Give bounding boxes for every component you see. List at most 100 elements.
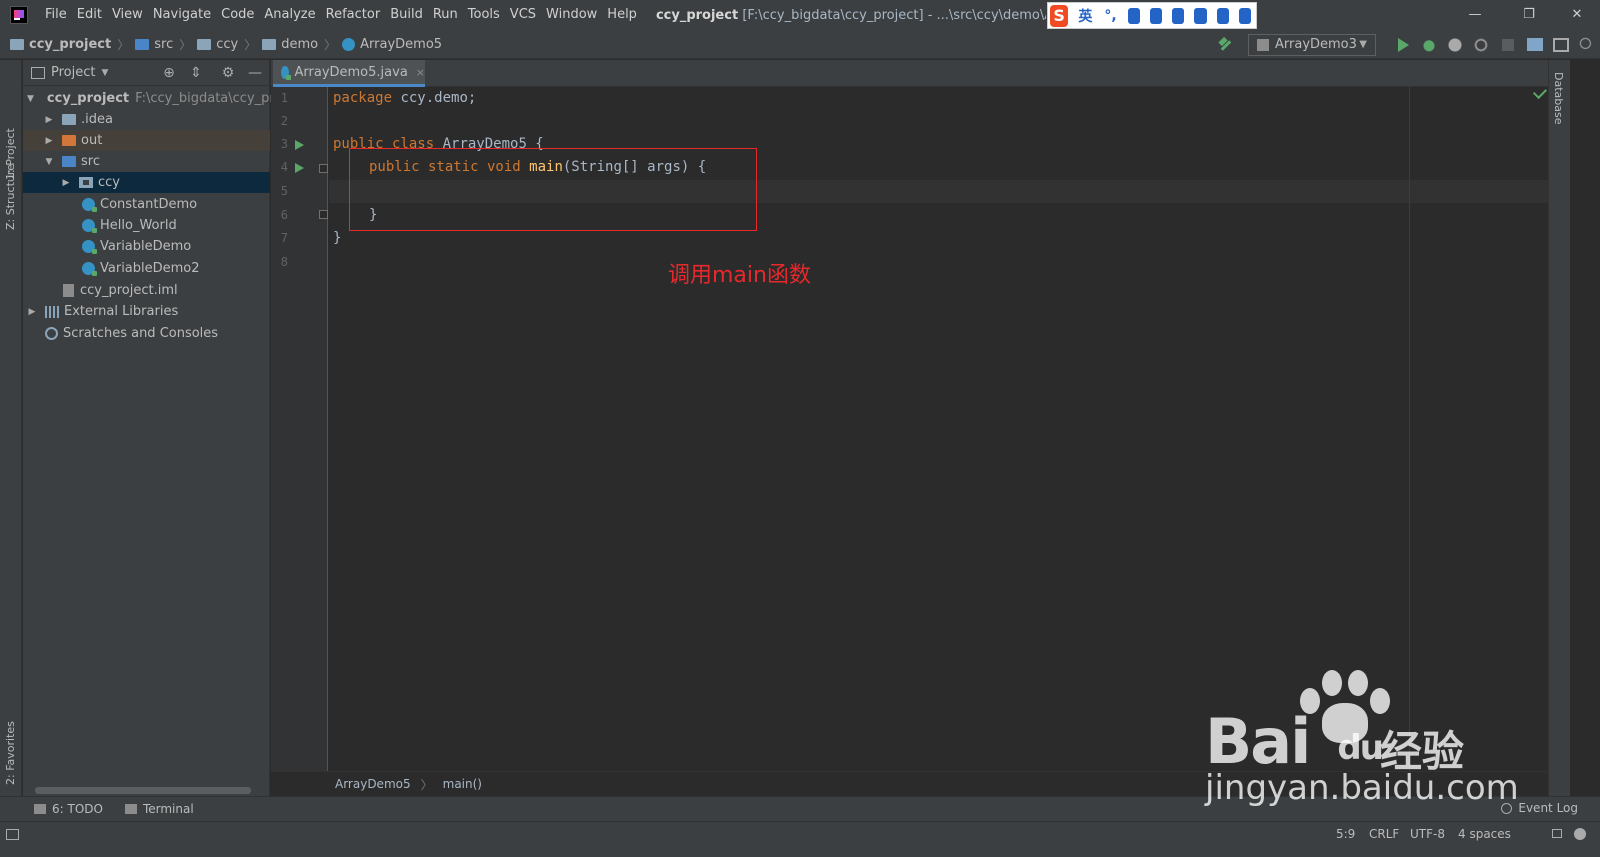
menu-refactor[interactable]: Refactor: [321, 0, 386, 30]
run-configuration-select[interactable]: ArrayDemo3 ▼: [1248, 33, 1376, 56]
tree-item-scratches[interactable]: Scratches and Consoles: [23, 323, 270, 344]
ime-language-toggle[interactable]: 英: [1078, 6, 1092, 26]
code-editor[interactable]: package ccy.demo; public class ArrayDemo…: [329, 87, 1548, 771]
expanded-arrow-icon[interactable]: ▼: [27, 94, 34, 104]
hector-inspector-icon[interactable]: [1574, 828, 1586, 840]
menu-file[interactable]: File: [40, 0, 72, 30]
editor-gutter[interactable]: 1 2 3 4 5 6 7 8: [271, 87, 328, 771]
breadcrumb-separator: 〉: [179, 37, 192, 52]
collapsed-arrow-icon[interactable]: ▶: [44, 136, 54, 146]
sogou-logo-icon[interactable]: S: [1050, 4, 1069, 27]
menu-navigate[interactable]: Navigate: [148, 0, 216, 30]
restore-button[interactable]: ❐: [1506, 0, 1552, 30]
ime-toolbar[interactable]: S 英 °,: [1047, 2, 1257, 29]
tree-item-label: .idea: [81, 112, 113, 127]
coverage-icon[interactable]: [1447, 36, 1463, 53]
menu-code[interactable]: Code: [216, 0, 259, 30]
tab-arraydemo5[interactable]: ArrayDemo5.java ×: [273, 60, 425, 87]
tree-item-out[interactable]: ▶ out: [23, 130, 270, 151]
editor-tab-bar: ArrayDemo5.java ×: [271, 60, 1548, 87]
tree-item-path: F:\ccy_bigdata\ccy_pro: [135, 91, 283, 106]
horizontal-scrollbar[interactable]: [35, 787, 251, 794]
close-icon[interactable]: ×: [416, 66, 425, 79]
tree-item-variabledemo[interactable]: VariableDemo: [23, 236, 270, 257]
fold-marker-icon[interactable]: [319, 164, 328, 173]
menu-view[interactable]: View: [107, 0, 148, 30]
close-window-button[interactable]: ✕: [1554, 0, 1600, 30]
breadcrumb-ccy[interactable]: ccy: [197, 37, 238, 52]
project-view-selector[interactable]: Project: [51, 65, 95, 80]
run-main-gutter-icon[interactable]: [295, 163, 304, 173]
breadcrumb-class[interactable]: ArrayDemo5: [342, 37, 442, 52]
tab-database-tool[interactable]: Database: [1552, 72, 1565, 125]
hide-panel-icon[interactable]: —: [247, 65, 263, 81]
build-hammer-icon[interactable]: [1218, 37, 1234, 53]
code-line-1[interactable]: package ccy.demo;: [333, 87, 476, 110]
minimize-button[interactable]: —: [1452, 0, 1498, 30]
menu-help[interactable]: Help: [602, 0, 642, 30]
todo-tool-button[interactable]: 6: TODO: [34, 802, 103, 816]
project-structure-icon[interactable]: [1553, 37, 1569, 52]
menu-build[interactable]: Build: [385, 0, 428, 30]
ime-keyboard-icon[interactable]: [1172, 7, 1185, 24]
annotation-text: 调用main函数: [668, 263, 811, 288]
menu-window[interactable]: Window: [541, 0, 602, 30]
menu-edit[interactable]: Edit: [72, 0, 107, 30]
java-class-icon: [82, 240, 97, 254]
gear-icon[interactable]: ⚙: [220, 65, 236, 81]
tab-favorites-tool[interactable]: 2: Favorites: [0, 700, 22, 790]
breadcrumb-demo[interactable]: demo: [262, 37, 318, 52]
ime-skin-icon[interactable]: [1216, 7, 1229, 24]
window-title: ccy_project [F:\ccy_bigdata\ccy_project]…: [656, 8, 1046, 23]
tab-structure-tool[interactable]: Z: Structure: [0, 150, 22, 240]
tree-item-constantdemo[interactable]: ConstantDemo: [23, 194, 270, 215]
lock-icon[interactable]: [1552, 829, 1562, 838]
code-line-7[interactable]: }: [333, 227, 341, 250]
search-icon[interactable]: [1579, 36, 1595, 53]
tree-item-hello-world[interactable]: Hello_World: [23, 215, 270, 236]
crumb-method[interactable]: main(): [443, 777, 482, 791]
chevron-down-icon[interactable]: ▼: [101, 68, 108, 78]
terminal-tool-button[interactable]: Terminal: [124, 802, 194, 816]
tool-windows-toggle-icon[interactable]: [6, 829, 19, 840]
menu-vcs[interactable]: VCS: [505, 0, 541, 30]
collapsed-arrow-icon[interactable]: ▶: [61, 178, 71, 188]
caret-position[interactable]: 5:9: [1336, 822, 1355, 847]
todo-list-icon: [34, 804, 46, 814]
breadcrumb-project[interactable]: ccy_project: [10, 37, 111, 52]
locate-file-icon[interactable]: ⊕: [161, 65, 177, 81]
collapsed-arrow-icon[interactable]: ▶: [27, 307, 37, 317]
ime-punctuation-toggle[interactable]: °,: [1104, 8, 1116, 24]
vcs-folder-icon[interactable]: [1527, 38, 1543, 51]
menu-run[interactable]: Run: [428, 0, 463, 30]
ime-user-icon[interactable]: [1194, 7, 1207, 24]
project-folder-icon: [10, 38, 24, 50]
run-class-gutter-icon[interactable]: [295, 140, 304, 150]
file-encoding[interactable]: UTF-8: [1410, 822, 1445, 847]
tree-item-project-root[interactable]: ▼ ccy_project F:\ccy_bigdata\ccy_pro: [23, 88, 282, 109]
menu-analyze[interactable]: Analyze: [259, 0, 320, 30]
title-menu-bar: File Edit View Navigate Code Analyze Ref…: [0, 0, 1600, 30]
ime-emoji-icon[interactable]: [1127, 7, 1140, 24]
expanded-arrow-icon[interactable]: ▼: [44, 157, 54, 167]
ime-tools-icon[interactable]: [1238, 7, 1251, 24]
run-icon[interactable]: [1398, 37, 1409, 52]
tree-item-idea[interactable]: ▶ .idea: [23, 109, 270, 130]
indent-settings[interactable]: 4 spaces: [1458, 822, 1511, 847]
fold-marker-icon[interactable]: [319, 210, 328, 219]
tree-item-iml[interactable]: ccy_project.iml: [23, 280, 270, 301]
crumb-class[interactable]: ArrayDemo5: [335, 777, 411, 791]
collapsed-arrow-icon[interactable]: ▶: [44, 115, 54, 125]
line-separator[interactable]: CRLF: [1369, 822, 1399, 847]
breadcrumb-src[interactable]: src: [135, 37, 173, 52]
menu-tools[interactable]: Tools: [463, 0, 505, 30]
tree-item-external-libraries[interactable]: ▶ External Libraries: [23, 301, 270, 322]
tree-item-variabledemo2[interactable]: VariableDemo2: [23, 258, 270, 279]
tree-item-ccy[interactable]: ▶ ccy: [23, 172, 270, 193]
stop-icon[interactable]: [1502, 38, 1514, 51]
debug-bug-icon[interactable]: [1421, 36, 1437, 53]
profile-icon[interactable]: [1473, 36, 1489, 53]
collapse-all-icon[interactable]: ⇕: [188, 65, 204, 81]
tree-item-src[interactable]: ▼ src: [23, 151, 270, 172]
ime-voice-icon[interactable]: [1149, 7, 1163, 24]
